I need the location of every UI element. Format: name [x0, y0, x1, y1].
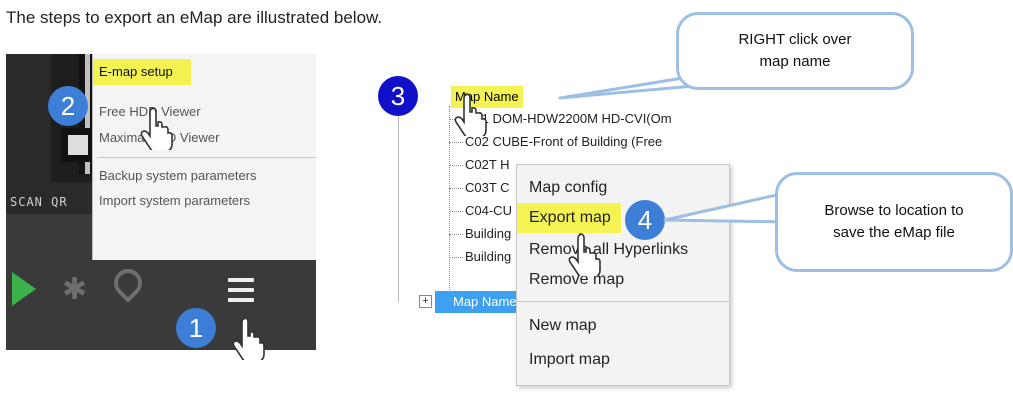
callout-text: Browse to location to — [824, 202, 964, 219]
callout-text: map name — [759, 53, 831, 70]
callout-browse-location: Browse to location to save the eMap file — [775, 172, 1013, 272]
callout-right-click: RIGHT click over map name — [676, 12, 914, 90]
callout-text: save the eMap file — [833, 224, 955, 241]
callout-text: RIGHT click over — [738, 31, 852, 48]
